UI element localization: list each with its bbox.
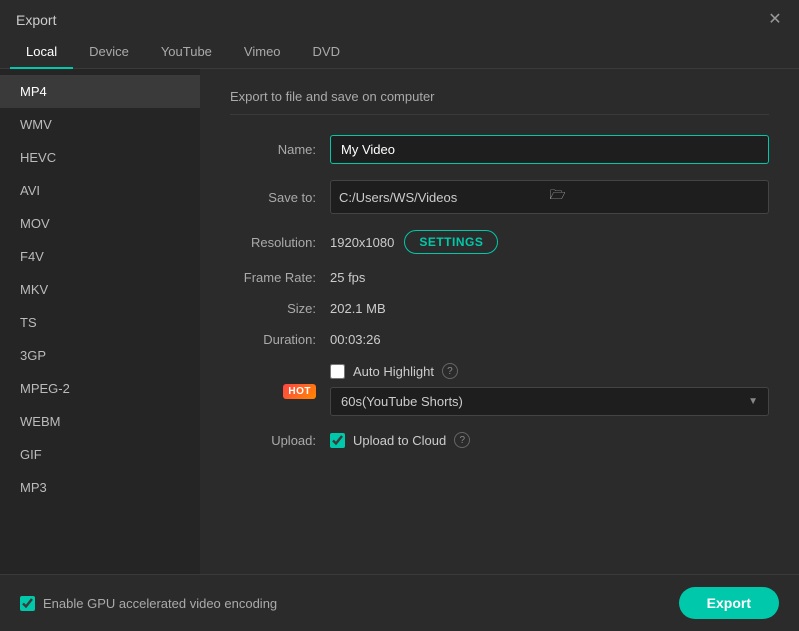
gpu-label: Enable GPU accelerated video encoding	[43, 596, 277, 611]
panel-title: Export to file and save on computer	[230, 89, 769, 115]
chevron-down-icon: ▼	[748, 396, 758, 407]
upload-to-cloud-checkbox[interactable]	[330, 433, 345, 448]
name-control	[330, 135, 769, 164]
sidebar-item-gif[interactable]: GIF	[0, 438, 200, 471]
sidebar-item-hevc[interactable]: HEVC	[0, 141, 200, 174]
frame-rate-control: 25 fps	[330, 270, 769, 285]
duration-row: Duration: 00:03:26	[230, 332, 769, 347]
sidebar-item-f4v[interactable]: F4V	[0, 240, 200, 273]
sidebar-item-mpeg2[interactable]: MPEG-2	[0, 372, 200, 405]
auto-highlight-checkbox[interactable]	[330, 364, 345, 379]
gpu-checkbox[interactable]	[20, 596, 35, 611]
tab-youtube[interactable]: YouTube	[145, 36, 228, 69]
name-input[interactable]	[330, 135, 769, 164]
sidebar-item-3gp[interactable]: 3GP	[0, 339, 200, 372]
resolution-value: 1920x1080	[330, 235, 394, 250]
sidebar: MP4 WMV HEVC AVI MOV F4V MKV TS 3GP MPEG…	[0, 69, 200, 574]
size-control: 202.1 MB	[330, 301, 769, 316]
tab-bar: Local Device YouTube Vimeo DVD	[0, 36, 799, 69]
upload-to-cloud-label: Upload to Cloud	[353, 433, 446, 448]
frame-rate-row: Frame Rate: 25 fps	[230, 270, 769, 285]
save-to-control: C:/Users/WS/Videos 🗁	[330, 180, 769, 214]
path-value: C:/Users/WS/Videos	[339, 190, 550, 205]
sidebar-item-mov[interactable]: MOV	[0, 207, 200, 240]
resolution-label: Resolution:	[230, 235, 330, 250]
sidebar-item-mp4[interactable]: MP4	[0, 75, 200, 108]
tab-dvd[interactable]: DVD	[297, 36, 356, 69]
duration-control: 00:03:26	[330, 332, 769, 347]
upload-checkbox-row: Upload to Cloud ?	[330, 432, 769, 448]
content-area: MP4 WMV HEVC AVI MOV F4V MKV TS 3GP MPEG…	[0, 69, 799, 574]
title-bar: Export ✕	[0, 0, 799, 36]
save-to-row: Save to: C:/Users/WS/Videos 🗁	[230, 180, 769, 214]
close-button[interactable]: ✕	[767, 12, 783, 28]
export-button[interactable]: Export	[679, 587, 779, 619]
sidebar-item-avi[interactable]: AVI	[0, 174, 200, 207]
duration-value: 00:03:26	[330, 332, 381, 347]
auto-highlight-checkbox-row: Auto Highlight ?	[330, 363, 769, 379]
folder-icon[interactable]: 🗁	[550, 186, 761, 208]
name-label: Name:	[230, 142, 330, 157]
sidebar-item-ts[interactable]: TS	[0, 306, 200, 339]
sidebar-item-mp3[interactable]: MP3	[0, 471, 200, 504]
size-row: Size: 202.1 MB	[230, 301, 769, 316]
resolution-control: 1920x1080 SETTINGS	[330, 230, 769, 254]
sidebar-item-mkv[interactable]: MKV	[0, 273, 200, 306]
window-title: Export	[16, 12, 56, 28]
upload-row: Upload: Upload to Cloud ?	[230, 432, 769, 448]
size-value: 202.1 MB	[330, 301, 386, 316]
name-row: Name:	[230, 135, 769, 164]
auto-highlight-row: HOT Auto Highlight ? 60s(YouTube Shorts)…	[230, 363, 769, 416]
upload-label: Upload:	[230, 433, 330, 448]
main-panel: Export to file and save on computer Name…	[200, 69, 799, 574]
save-to-label: Save to:	[230, 190, 330, 205]
highlight-dropdown[interactable]: 60s(YouTube Shorts) ▼	[330, 387, 769, 416]
auto-highlight-label: Auto Highlight	[353, 364, 434, 379]
size-label: Size:	[230, 301, 330, 316]
bottom-bar: Enable GPU accelerated video encoding Ex…	[0, 574, 799, 631]
auto-highlight-control: Auto Highlight ? 60s(YouTube Shorts) ▼	[330, 363, 769, 416]
upload-control: Upload to Cloud ?	[330, 432, 769, 448]
gpu-row: Enable GPU accelerated video encoding	[20, 596, 277, 611]
resolution-inner: 1920x1080 SETTINGS	[330, 230, 769, 254]
hot-badge: HOT	[283, 384, 316, 399]
tab-device[interactable]: Device	[73, 36, 145, 69]
auto-highlight-spacer: HOT	[230, 382, 330, 397]
upload-help-icon[interactable]: ?	[454, 432, 470, 448]
dropdown-value: 60s(YouTube Shorts)	[341, 394, 463, 409]
duration-label: Duration:	[230, 332, 330, 347]
auto-highlight-help-icon[interactable]: ?	[442, 363, 458, 379]
settings-button[interactable]: SETTINGS	[404, 230, 498, 254]
tab-vimeo[interactable]: Vimeo	[228, 36, 297, 69]
frame-rate-value: 25 fps	[330, 270, 365, 285]
frame-rate-label: Frame Rate:	[230, 270, 330, 285]
sidebar-item-webm[interactable]: WEBM	[0, 405, 200, 438]
resolution-row: Resolution: 1920x1080 SETTINGS	[230, 230, 769, 254]
auto-highlight-section: Auto Highlight ? 60s(YouTube Shorts) ▼	[330, 363, 769, 416]
export-window: Export ✕ Local Device YouTube Vimeo DVD …	[0, 0, 799, 631]
tab-local[interactable]: Local	[10, 36, 73, 69]
sidebar-item-wmv[interactable]: WMV	[0, 108, 200, 141]
path-input[interactable]: C:/Users/WS/Videos 🗁	[330, 180, 769, 214]
